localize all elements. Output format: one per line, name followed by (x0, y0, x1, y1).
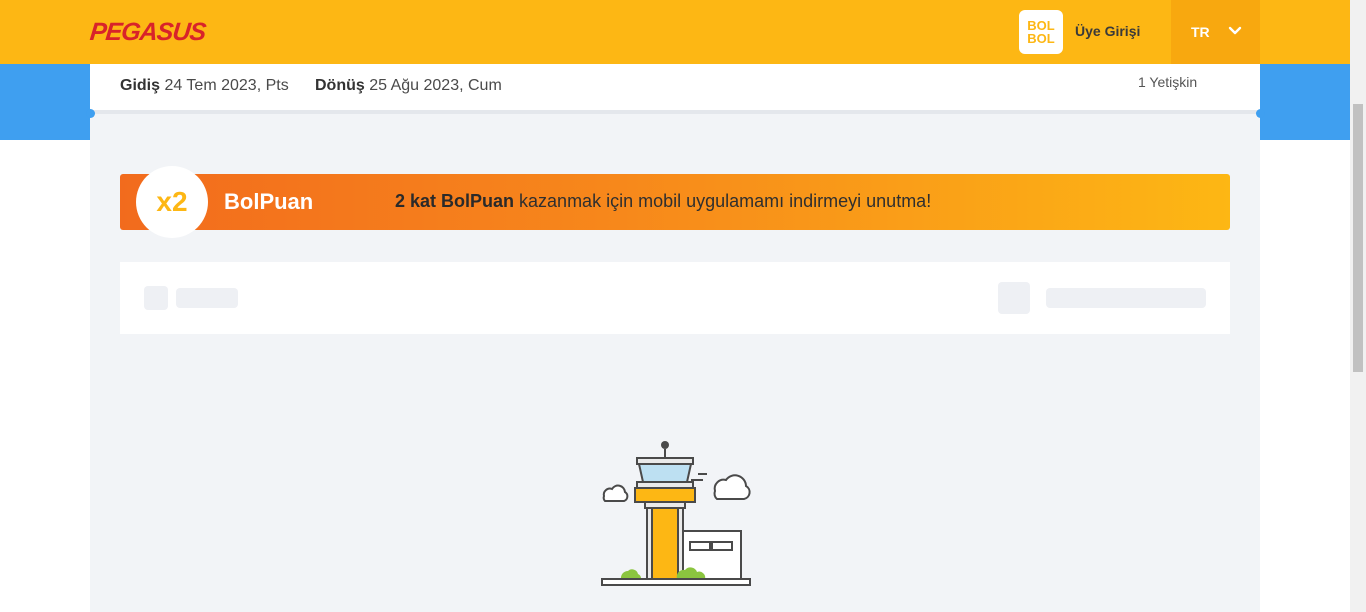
bolbol-logo-line2: BOL (1027, 31, 1055, 46)
language-label: TR (1191, 24, 1210, 40)
chevron-down-icon (1228, 26, 1242, 35)
language-selector[interactable]: TR (1171, 0, 1260, 64)
page-scrollbar[interactable] (1350, 0, 1366, 612)
promo-highlight: 2 kat BolPuan (395, 191, 515, 211)
return-info: Dönüş 25 Ağu 2023, Cum (315, 77, 502, 95)
passenger-count: 1 Yetişkin (1138, 74, 1198, 90)
multiplier-text: x2 (156, 186, 188, 217)
member-login-link[interactable]: Üye Girişi (1075, 23, 1140, 39)
skeleton-text-left (176, 288, 238, 308)
return-date: 25 Ağu 2023, Cum (369, 77, 502, 94)
loading-skeleton-card (120, 262, 1230, 334)
bolpuan-promo-banner[interactable]: x2 BolPuan 2 kat BolPuan kazanmak için m… (120, 166, 1230, 238)
departure-label: Gidiş (120, 77, 161, 94)
promo-brand: BolPuan (224, 189, 314, 214)
scrollbar-thumb[interactable] (1353, 104, 1363, 372)
promo-message-text: kazanmak için mobil uygulamamı indirmeyi… (514, 191, 932, 211)
top-header: PEGASUS BOL BOL Üye Girişi TR (0, 0, 1350, 64)
search-summary-bar[interactable]: Gidiş 24 Tem 2023, Pts Dönüş 25 Ağu 2023… (90, 64, 1260, 114)
bolbol-logo-icon[interactable]: BOL BOL (1019, 10, 1063, 54)
skeleton-text-right (1046, 288, 1206, 308)
departure-info: Gidiş 24 Tem 2023, Pts (120, 77, 289, 95)
departure-date: 24 Tem 2023, Pts (164, 77, 289, 94)
promo-message: 2 kat BolPuan kazanmak için mobil uygula… (395, 191, 931, 212)
skeleton-icon-left (144, 286, 168, 310)
return-label: Dönüş (315, 77, 365, 94)
multiplier-badge: x2 (136, 166, 208, 238)
control-tower-illustration (601, 441, 751, 586)
pegasus-logo[interactable]: PEGASUS (88, 18, 207, 47)
summary-left-dot (86, 109, 95, 118)
summary-right-dot (1256, 109, 1265, 118)
results-container: Gidiş 24 Tem 2023, Pts Dönüş 25 Ağu 2023… (86, 64, 1265, 612)
skeleton-icon-right (998, 282, 1030, 314)
